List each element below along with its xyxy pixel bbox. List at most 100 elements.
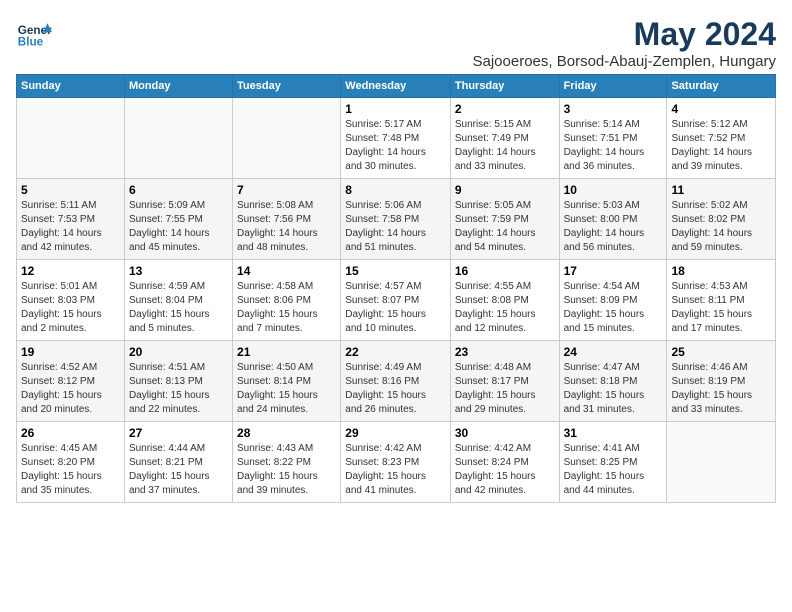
day-number: 20 [129,345,228,359]
logo-icon: General Blue [16,16,52,52]
day-info: Sunrise: 4:42 AM Sunset: 8:24 PM Dayligh… [455,442,555,498]
calendar-cell: 4 Sunrise: 5:12 AM Sunset: 7:52 PM Daylig… [667,98,776,179]
day-info: Sunrise: 5:06 AM Sunset: 7:58 PM Dayligh… [345,199,446,255]
day-info: Sunrise: 4:47 AM Sunset: 8:18 PM Dayligh… [564,361,663,417]
calendar-cell: 24 Sunrise: 4:47 AM Sunset: 8:18 PM Dayli… [559,341,667,422]
day-number: 11 [671,183,771,197]
day-number: 7 [237,183,336,197]
weekday-header: Wednesday [341,75,451,98]
calendar-week-row: 19 Sunrise: 4:52 AM Sunset: 8:12 PM Dayli… [17,341,776,422]
day-number: 30 [455,426,555,440]
day-info: Sunrise: 5:01 AM Sunset: 8:03 PM Dayligh… [21,280,120,336]
calendar-cell: 3Sunrise: 5:14 AM Sunset: 7:51 PM Daylig… [559,98,667,179]
day-info: Sunrise: 5:03 AM Sunset: 8:00 PM Dayligh… [564,199,663,255]
day-number: 31 [564,426,663,440]
location-subtitle: Sajooeroes, Borsod-Abauj-Zemplen, Hungar… [473,53,777,70]
calendar-cell: 29 Sunrise: 4:42 AM Sunset: 8:23 PM Dayli… [341,422,451,503]
calendar-cell: 13 Sunrise: 4:59 AM Sunset: 8:04 PM Dayli… [124,260,232,341]
calendar-week-row: 5Sunrise: 5:11 AM Sunset: 7:53 PM Daylig… [17,179,776,260]
day-number: 21 [237,345,336,359]
calendar-cell [233,98,341,179]
calendar-cell: 10 Sunrise: 5:03 AM Sunset: 8:00 PM Dayli… [559,179,667,260]
day-number: 16 [455,264,555,278]
day-info: Sunrise: 4:46 AM Sunset: 8:19 PM Dayligh… [671,361,771,417]
day-info: Sunrise: 4:58 AM Sunset: 8:06 PM Dayligh… [237,280,336,336]
day-info: Sunrise: 4:42 AM Sunset: 8:23 PM Dayligh… [345,442,446,498]
day-number: 23 [455,345,555,359]
day-number: 28 [237,426,336,440]
day-number: 2 [455,102,555,116]
day-info: Sunrise: 4:41 AM Sunset: 8:25 PM Dayligh… [564,442,663,498]
day-number: 13 [129,264,228,278]
day-number: 3 [564,102,663,116]
day-number: 4 [671,102,771,116]
day-number: 19 [21,345,120,359]
calendar-cell: 18 Sunrise: 4:53 AM Sunset: 8:11 PM Dayli… [667,260,776,341]
day-info: Sunrise: 4:55 AM Sunset: 8:08 PM Dayligh… [455,280,555,336]
calendar-table: SundayMondayTuesdayWednesdayThursdayFrid… [16,74,776,503]
svg-text:Blue: Blue [18,36,44,49]
day-info: Sunrise: 4:45 AM Sunset: 8:20 PM Dayligh… [21,442,120,498]
day-info: Sunrise: 5:09 AM Sunset: 7:55 PM Dayligh… [129,199,228,255]
calendar-cell: 21 Sunrise: 4:50 AM Sunset: 8:14 PM Dayli… [233,341,341,422]
day-info: Sunrise: 4:49 AM Sunset: 8:16 PM Dayligh… [345,361,446,417]
day-info: Sunrise: 5:08 AM Sunset: 7:56 PM Dayligh… [237,199,336,255]
calendar-cell: 22 Sunrise: 4:49 AM Sunset: 8:16 PM Dayli… [341,341,451,422]
calendar-cell: 9 Sunrise: 5:05 AM Sunset: 7:59 PM Daylig… [450,179,559,260]
day-number: 9 [455,183,555,197]
month-title: May 2024 [473,16,777,53]
calendar-week-row: 1Sunrise: 5:17 AM Sunset: 7:48 PM Daylig… [17,98,776,179]
day-number: 1 [345,102,446,116]
calendar-cell: 6 Sunrise: 5:09 AM Sunset: 7:55 PM Daylig… [124,179,232,260]
weekday-header: Friday [559,75,667,98]
calendar-cell: 19 Sunrise: 4:52 AM Sunset: 8:12 PM Dayli… [17,341,125,422]
day-info: Sunrise: 5:02 AM Sunset: 8:02 PM Dayligh… [671,199,771,255]
day-number: 24 [564,345,663,359]
calendar-cell: 27Sunrise: 4:44 AM Sunset: 8:21 PM Dayli… [124,422,232,503]
calendar-cell: 7 Sunrise: 5:08 AM Sunset: 7:56 PM Daylig… [233,179,341,260]
day-info: Sunrise: 4:53 AM Sunset: 8:11 PM Dayligh… [671,280,771,336]
logo: General Blue [16,16,52,52]
weekday-header: Tuesday [233,75,341,98]
day-info: Sunrise: 4:51 AM Sunset: 8:13 PM Dayligh… [129,361,228,417]
calendar-week-row: 12 Sunrise: 5:01 AM Sunset: 8:03 PM Dayli… [17,260,776,341]
calendar-cell: 17Sunrise: 4:54 AM Sunset: 8:09 PM Dayli… [559,260,667,341]
day-number: 14 [237,264,336,278]
calendar-cell: 1Sunrise: 5:17 AM Sunset: 7:48 PM Daylig… [341,98,451,179]
day-number: 18 [671,264,771,278]
day-number: 17 [564,264,663,278]
day-number: 29 [345,426,446,440]
day-number: 25 [671,345,771,359]
day-number: 27 [129,426,228,440]
day-info: Sunrise: 5:12 AM Sunset: 7:52 PM Dayligh… [671,118,771,174]
calendar-cell: 12 Sunrise: 5:01 AM Sunset: 8:03 PM Dayli… [17,260,125,341]
calendar-cell: 11 Sunrise: 5:02 AM Sunset: 8:02 PM Dayli… [667,179,776,260]
calendar-cell: 16 Sunrise: 4:55 AM Sunset: 8:08 PM Dayli… [450,260,559,341]
calendar-cell: 8 Sunrise: 5:06 AM Sunset: 7:58 PM Daylig… [341,179,451,260]
calendar-cell: 31 Sunrise: 4:41 AM Sunset: 8:25 PM Dayli… [559,422,667,503]
weekday-header: Thursday [450,75,559,98]
calendar-cell: 23Sunrise: 4:48 AM Sunset: 8:17 PM Dayli… [450,341,559,422]
calendar-cell: 28Sunrise: 4:43 AM Sunset: 8:22 PM Dayli… [233,422,341,503]
day-info: Sunrise: 4:59 AM Sunset: 8:04 PM Dayligh… [129,280,228,336]
day-info: Sunrise: 5:11 AM Sunset: 7:53 PM Dayligh… [21,199,120,255]
weekday-header: Sunday [17,75,125,98]
calendar-cell [667,422,776,503]
day-info: Sunrise: 5:05 AM Sunset: 7:59 PM Dayligh… [455,199,555,255]
day-info: Sunrise: 5:15 AM Sunset: 7:49 PM Dayligh… [455,118,555,174]
calendar-cell: 20 Sunrise: 4:51 AM Sunset: 8:13 PM Dayli… [124,341,232,422]
day-number: 6 [129,183,228,197]
day-info: Sunrise: 4:52 AM Sunset: 8:12 PM Dayligh… [21,361,120,417]
day-number: 12 [21,264,120,278]
calendar-cell: 15Sunrise: 4:57 AM Sunset: 8:07 PM Dayli… [341,260,451,341]
calendar-cell [17,98,125,179]
day-info: Sunrise: 4:57 AM Sunset: 8:07 PM Dayligh… [345,280,446,336]
day-number: 26 [21,426,120,440]
calendar-cell: 14 Sunrise: 4:58 AM Sunset: 8:06 PM Dayli… [233,260,341,341]
day-info: Sunrise: 4:50 AM Sunset: 8:14 PM Dayligh… [237,361,336,417]
day-number: 10 [564,183,663,197]
title-block: May 2024 Sajooeroes, Borsod-Abauj-Zemple… [473,16,777,70]
day-number: 22 [345,345,446,359]
calendar-cell: 26 Sunrise: 4:45 AM Sunset: 8:20 PM Dayli… [17,422,125,503]
day-number: 8 [345,183,446,197]
